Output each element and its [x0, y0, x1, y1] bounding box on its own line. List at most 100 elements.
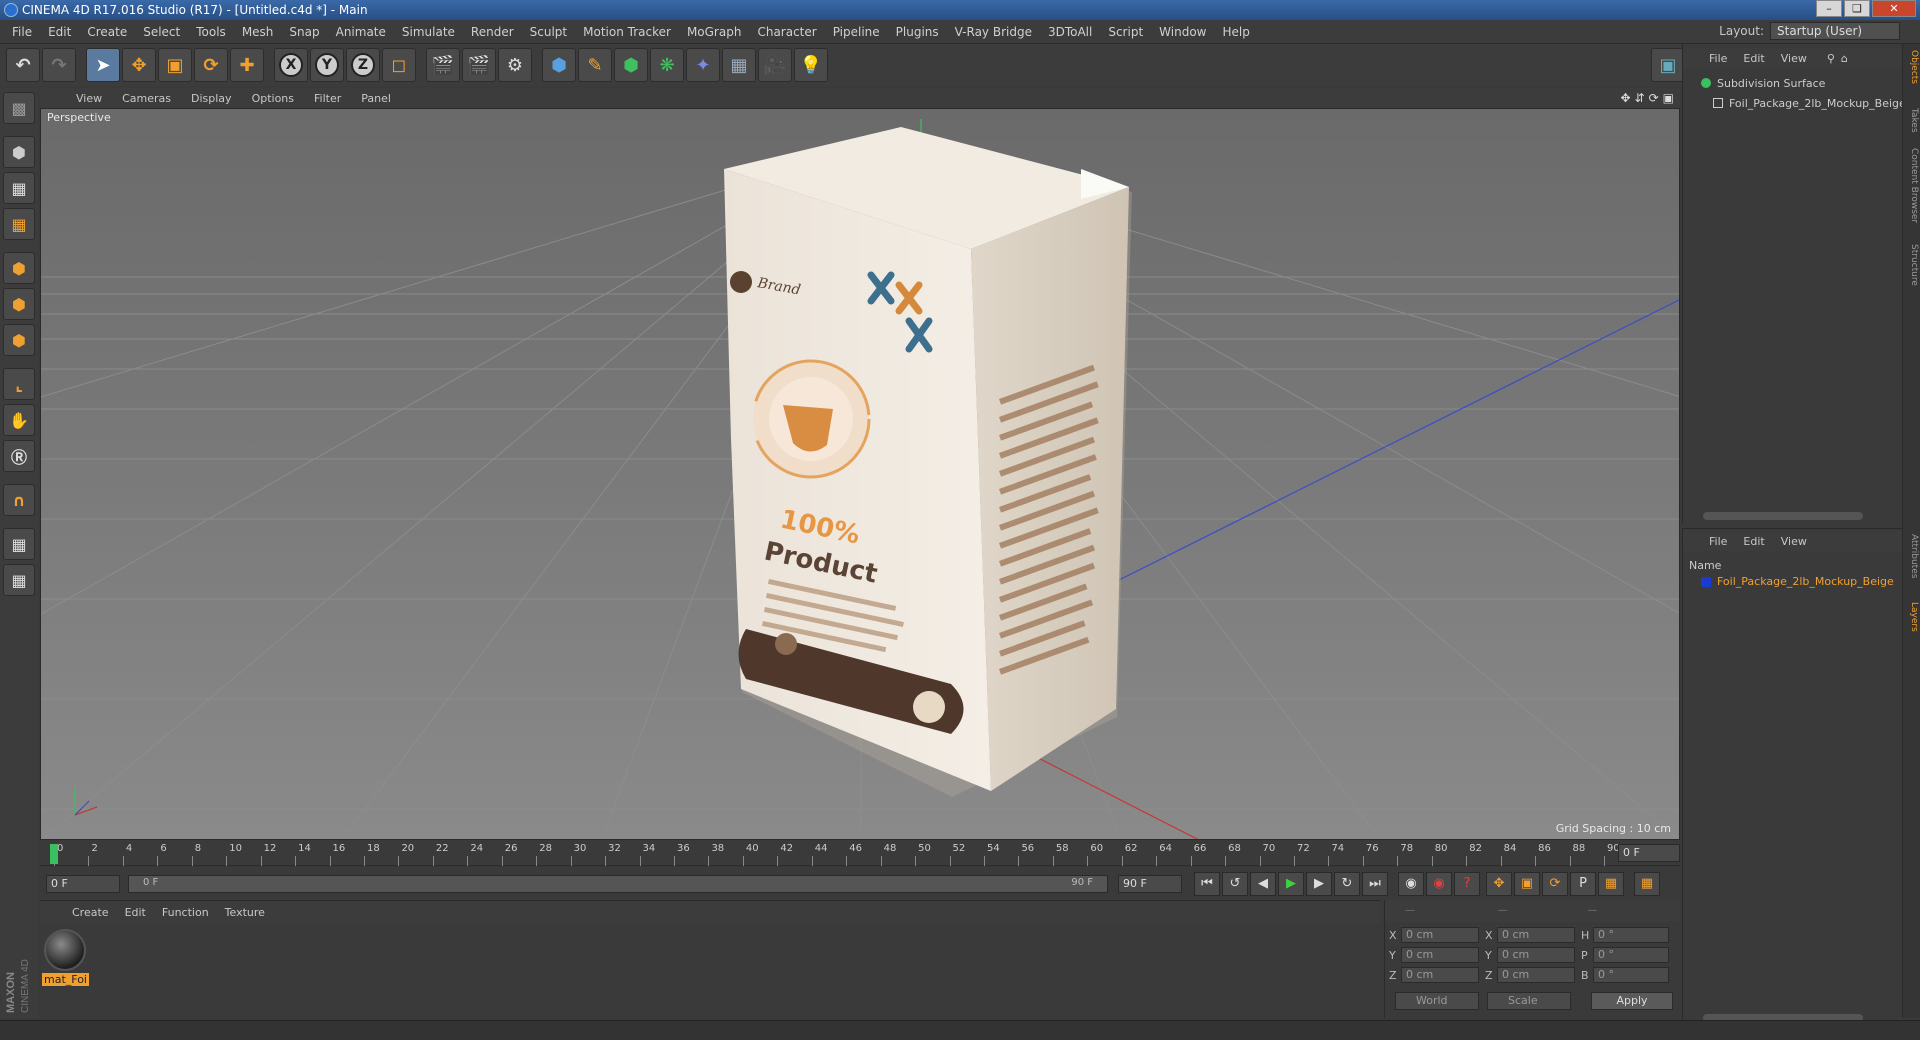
rot-p-field[interactable]: 0 °	[1593, 947, 1669, 963]
pos-y-field[interactable]: 0 cm	[1401, 947, 1479, 963]
workplane-lock-icon[interactable]: ▦	[3, 528, 35, 560]
menu-window[interactable]: Window	[1151, 25, 1214, 39]
coord-mode-dropdown[interactable]: World	[1395, 992, 1479, 1010]
menu-sculpt[interactable]: Sculpt	[522, 25, 575, 39]
apply-button[interactable]: Apply	[1591, 992, 1673, 1010]
menu-file[interactable]: File	[4, 25, 40, 39]
object-row-subdivision[interactable]: Subdivision Surface	[1687, 74, 1825, 92]
tab-content-browser[interactable]: Content Browser	[1905, 148, 1919, 223]
menu-simulate[interactable]: Simulate	[394, 25, 463, 39]
planar-workplane-icon[interactable]: ▦	[3, 564, 35, 596]
material-preview[interactable]	[44, 929, 86, 971]
axis-mode-icon[interactable]: ⌞	[3, 368, 35, 400]
viewport-menu-panel[interactable]: Panel	[351, 92, 401, 105]
redo-icon[interactable]: ↷	[42, 48, 76, 82]
layer-menu-view[interactable]: View	[1773, 535, 1815, 548]
menu-tools[interactable]: Tools	[188, 25, 234, 39]
pos-x-field[interactable]: 0 cm	[1401, 927, 1479, 943]
make-editable-icon[interactable]: ▩	[3, 92, 35, 124]
polygons-mode-icon[interactable]: ⬢	[3, 324, 35, 356]
viewport-menu-options[interactable]: Options	[242, 92, 304, 105]
magnet-icon[interactable]: ∩	[3, 484, 35, 516]
menu-mograph[interactable]: MoGraph	[679, 25, 750, 39]
home-icon[interactable]: ⌂	[1841, 52, 1848, 65]
menu-character[interactable]: Character	[749, 25, 824, 39]
autokey-icon[interactable]: ◉	[1426, 872, 1452, 896]
tweak-mode-icon[interactable]: ✋	[3, 404, 35, 436]
rot-h-field[interactable]: 0 °	[1593, 927, 1669, 943]
z-axis-lock-icon[interactable]: Z	[346, 48, 380, 82]
rot-b-field[interactable]: 0 °	[1593, 967, 1669, 983]
subdivision-surface-icon[interactable]: ⬢	[614, 48, 648, 82]
key-pla-icon[interactable]: ▦	[1598, 872, 1624, 896]
model-mode-icon[interactable]: ⬢	[3, 136, 35, 168]
previous-key-icon[interactable]: ↺	[1222, 872, 1248, 896]
start-frame-field[interactable]: 0 F	[46, 875, 120, 893]
tab-attributes[interactable]: Attributes	[1905, 534, 1919, 578]
tab-objects[interactable]: Objects	[1905, 50, 1919, 84]
dolly-view-icon[interactable]: ⇵	[1635, 91, 1645, 105]
search-icon[interactable]: ⚲	[1827, 52, 1835, 65]
pos-z-field[interactable]: 0 cm	[1401, 967, 1479, 983]
material-menu-function[interactable]: Function	[154, 906, 217, 919]
menu-create[interactable]: Create	[79, 25, 135, 39]
rotate-tool-icon[interactable]: ⟳	[194, 48, 228, 82]
end-frame-field[interactable]: 90 F	[1118, 875, 1182, 893]
menu-help[interactable]: Help	[1214, 25, 1257, 39]
menu-render[interactable]: Render	[463, 25, 522, 39]
menu-vray-bridge[interactable]: V-Ray Bridge	[947, 25, 1040, 39]
material-menu-texture[interactable]: Texture	[217, 906, 273, 919]
light-icon[interactable]: 💡	[794, 48, 828, 82]
deformer-icon[interactable]: ✦	[686, 48, 720, 82]
toggle-view-icon[interactable]: ▣	[1663, 91, 1674, 105]
texture-mode-icon[interactable]: ▦	[3, 172, 35, 204]
object-menu-file[interactable]: File	[1701, 52, 1735, 65]
layer-menu-edit[interactable]: Edit	[1735, 535, 1772, 548]
viewport-menu-display[interactable]: Display	[181, 92, 242, 105]
material-name[interactable]: mat_Foi	[42, 973, 89, 986]
timeline-window-icon[interactable]: ▦	[1634, 872, 1660, 896]
key-parameter-icon[interactable]: P	[1570, 872, 1596, 896]
size-y-field[interactable]: 0 cm	[1497, 947, 1575, 963]
render-view-icon[interactable]: 🎬	[426, 48, 460, 82]
size-x-field[interactable]: 0 cm	[1497, 927, 1575, 943]
layer-color-swatch[interactable]	[1701, 576, 1711, 587]
undo-icon[interactable]: ↶	[6, 48, 40, 82]
object-menu-edit[interactable]: Edit	[1735, 52, 1772, 65]
workplane-mode-icon[interactable]: ▦	[3, 208, 35, 240]
key-position-icon[interactable]: ✥	[1486, 872, 1512, 896]
maximize-button[interactable]: ❑	[1844, 0, 1870, 17]
material-menu-create[interactable]: Create	[64, 906, 117, 919]
menu-snap[interactable]: Snap	[281, 25, 327, 39]
frame-range-slider[interactable]: 0 F 90 F	[128, 875, 1108, 893]
size-z-field[interactable]: 0 cm	[1497, 967, 1575, 983]
coord-scale-dropdown[interactable]: Scale	[1487, 992, 1571, 1010]
play-icon[interactable]: ▶	[1278, 872, 1304, 896]
edges-mode-icon[interactable]: ⬢	[3, 288, 35, 320]
menu-animate[interactable]: Animate	[328, 25, 394, 39]
next-key-icon[interactable]: ↻	[1334, 872, 1360, 896]
foil-package-model[interactable]: Brand 100% Product	[724, 127, 1132, 797]
layer-menu-file[interactable]: File	[1701, 535, 1735, 548]
menu-mesh[interactable]: Mesh	[234, 25, 282, 39]
current-frame-field[interactable]: 0 F	[1618, 844, 1680, 862]
recent-tool-icon[interactable]: ✚	[230, 48, 264, 82]
object-menu-view[interactable]: View	[1773, 52, 1815, 65]
layer-row[interactable]: Foil_Package_2lb_Mockup_Beige	[1701, 575, 1894, 588]
render-picture-viewer-icon[interactable]: 🎬	[462, 48, 496, 82]
coordinate-system-icon[interactable]: ◻	[382, 48, 416, 82]
edit-render-settings-icon[interactable]: ⚙	[498, 48, 532, 82]
viewport-menu-view[interactable]: View	[66, 92, 112, 105]
material-menu-edit[interactable]: Edit	[117, 906, 154, 919]
y-axis-lock-icon[interactable]: Y	[310, 48, 344, 82]
floor-icon[interactable]: ▦	[722, 48, 756, 82]
object-scrollbar[interactable]	[1703, 512, 1863, 520]
viewport-menu-cameras[interactable]: Cameras	[112, 92, 181, 105]
key-scale-icon[interactable]: ▣	[1514, 872, 1540, 896]
pan-view-icon[interactable]: ✥	[1620, 91, 1630, 105]
layout-dropdown[interactable]: Startup (User)	[1770, 22, 1900, 40]
camera-icon[interactable]: 🎥	[758, 48, 792, 82]
tab-structure[interactable]: Structure	[1905, 244, 1919, 286]
minimize-button[interactable]: –	[1816, 0, 1842, 17]
menu-3dtoall[interactable]: 3DToAll	[1040, 25, 1100, 39]
